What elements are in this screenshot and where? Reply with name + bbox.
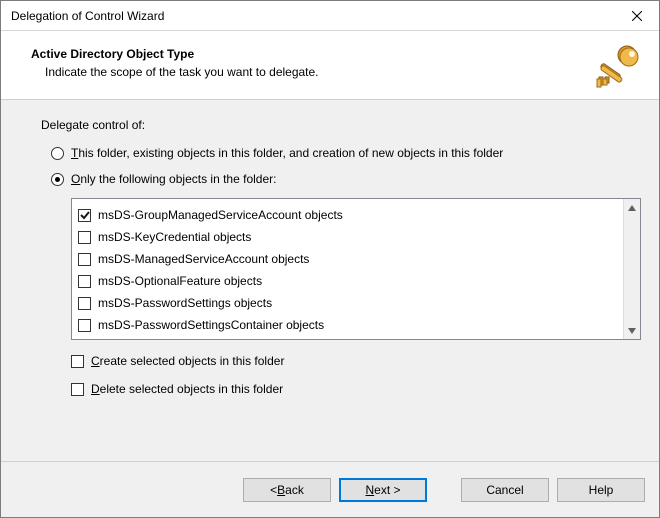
radio-icon bbox=[51, 173, 64, 186]
radio-only-following[interactable]: Only the following objects in the folder… bbox=[51, 172, 641, 186]
list-item[interactable]: msDS-KeyCredential objects bbox=[78, 226, 617, 248]
window-title: Delegation of Control Wizard bbox=[11, 9, 164, 23]
close-button[interactable] bbox=[614, 1, 659, 30]
close-icon bbox=[632, 11, 642, 21]
scrollbar[interactable] bbox=[623, 199, 640, 339]
page-subheading: Indicate the scope of the task you want … bbox=[45, 65, 635, 79]
checkbox-icon bbox=[78, 275, 91, 288]
scroll-up-button[interactable] bbox=[624, 199, 640, 216]
radio-only-following-label: Only the following objects in the folder… bbox=[71, 172, 276, 186]
checkbox-delete-label: Delete selected objects in this folder bbox=[91, 382, 283, 396]
page-heading: Active Directory Object Type bbox=[31, 47, 635, 61]
list-item-label: msDS-OptionalFeature objects bbox=[98, 274, 262, 288]
footer: < Back Next > Cancel Help bbox=[1, 461, 659, 517]
radio-icon bbox=[51, 147, 64, 160]
checkbox-create-label: Create selected objects in this folder bbox=[91, 354, 284, 368]
list-item-label: msDS-GroupManagedServiceAccount objects bbox=[98, 208, 343, 222]
chevron-down-icon bbox=[628, 327, 636, 335]
scroll-down-button[interactable] bbox=[624, 322, 640, 339]
list-item[interactable]: msDS-OptionalFeature objects bbox=[78, 270, 617, 292]
radio-this-folder-label: This folder, existing objects in this fo… bbox=[71, 146, 503, 160]
list-item-label: msDS-ManagedServiceAccount objects bbox=[98, 252, 309, 266]
back-button[interactable]: < Back bbox=[243, 478, 331, 502]
listbox-items: msDS-GroupManagedServiceAccount objects … bbox=[72, 199, 623, 339]
list-item[interactable]: msDS-GroupManagedServiceAccount objects bbox=[78, 204, 617, 226]
checkbox-create-objects[interactable]: Create selected objects in this folder bbox=[71, 350, 641, 372]
checkbox-delete-objects[interactable]: Delete selected objects in this folder bbox=[71, 378, 641, 400]
checkbox-icon bbox=[78, 231, 91, 244]
list-item[interactable]: msDS-PasswordSettings objects bbox=[78, 292, 617, 314]
list-item-label: msDS-PasswordSettings objects bbox=[98, 296, 272, 310]
list-item[interactable]: msDS-PasswordSettingsContainer objects bbox=[78, 314, 617, 336]
keys-icon bbox=[593, 41, 641, 89]
help-button[interactable]: Help bbox=[557, 478, 645, 502]
body-area: Delegate control of: This folder, existi… bbox=[1, 99, 659, 461]
intro-label: Delegate control of: bbox=[41, 118, 641, 132]
cancel-button[interactable]: Cancel bbox=[461, 478, 549, 502]
checkbox-icon bbox=[71, 383, 84, 396]
checkbox-icon bbox=[71, 355, 84, 368]
header-area: Active Directory Object Type Indicate th… bbox=[1, 31, 659, 99]
checkbox-icon bbox=[78, 297, 91, 310]
checkbox-icon bbox=[78, 253, 91, 266]
titlebar: Delegation of Control Wizard bbox=[1, 1, 659, 31]
object-type-listbox[interactable]: msDS-GroupManagedServiceAccount objects … bbox=[71, 198, 641, 340]
list-item-label: msDS-PasswordSettingsContainer objects bbox=[98, 318, 324, 332]
chevron-up-icon bbox=[628, 204, 636, 212]
checkbox-icon bbox=[78, 209, 91, 222]
wizard-window: Delegation of Control Wizard Active Dire… bbox=[0, 0, 660, 518]
list-item-label: msDS-KeyCredential objects bbox=[98, 230, 251, 244]
list-item[interactable]: msDS-ManagedServiceAccount objects bbox=[78, 248, 617, 270]
checkbox-icon bbox=[78, 319, 91, 332]
next-button[interactable]: Next > bbox=[339, 478, 427, 502]
radio-this-folder[interactable]: This folder, existing objects in this fo… bbox=[51, 146, 641, 160]
